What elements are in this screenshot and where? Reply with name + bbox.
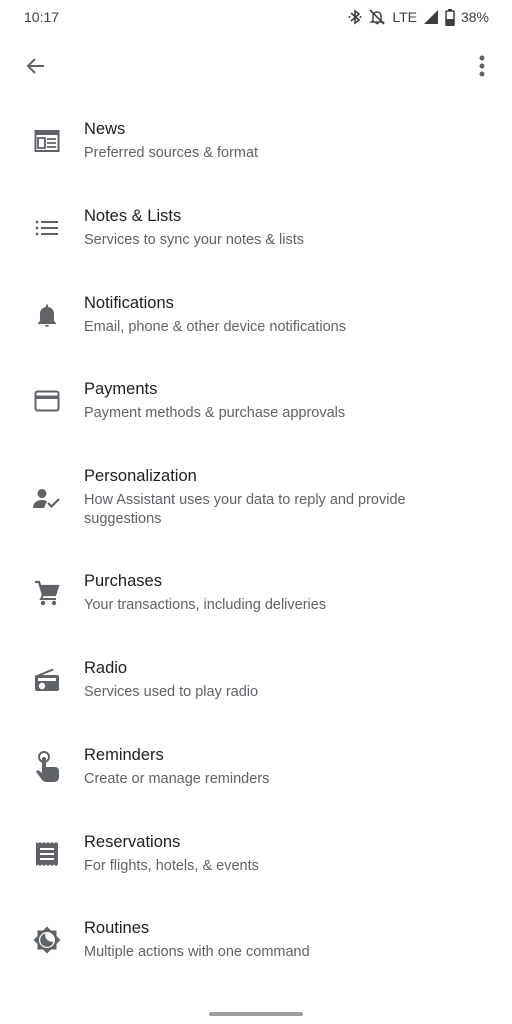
battery-percent: 38% <box>460 9 489 25</box>
shopping-cart-icon <box>31 577 63 609</box>
toolbar <box>0 44 512 92</box>
item-subtitle: How Assistant uses your data to reply an… <box>84 492 406 528</box>
routines-icon <box>31 924 63 956</box>
reminder-finger-icon <box>31 750 63 783</box>
list-item-news[interactable]: News Preferred sources & format <box>0 108 512 195</box>
list-item-payments[interactable]: Payments Payment methods & purchase appr… <box>0 368 512 455</box>
more-options-button[interactable] <box>466 52 498 84</box>
more-vert-icon <box>478 54 486 83</box>
list-item-reminders[interactable]: Reminders Create or manage reminders <box>0 734 512 821</box>
status-icons: LTE 38% <box>348 7 489 27</box>
back-button[interactable] <box>20 52 52 84</box>
item-subtitle: For flights, hotels, & events <box>84 857 259 874</box>
list-icon <box>31 212 63 244</box>
list-item-reservations[interactable]: Reservations For flights, hotels, & even… <box>0 821 512 908</box>
item-subtitle: Payment methods & purchase approvals <box>84 405 346 422</box>
gesture-nav-handle[interactable] <box>209 1012 303 1016</box>
item-subtitle: Services used to play radio <box>84 683 259 700</box>
arrow-back-icon <box>24 54 48 83</box>
bell-icon <box>31 299 63 331</box>
item-title: Payments <box>84 380 158 399</box>
status-bar: 10:17 LTE 38% <box>0 0 512 34</box>
list-item-notifications[interactable]: Notifications Email, phone & other devic… <box>0 282 512 369</box>
news-icon <box>31 125 63 157</box>
credit-card-icon <box>31 385 63 417</box>
item-subtitle: Services to sync your notes & lists <box>84 231 304 248</box>
list-item-personalization[interactable]: Personalization How Assistant uses your … <box>0 455 512 560</box>
notifications-off-icon <box>368 8 386 26</box>
item-title: Notifications <box>84 293 174 312</box>
item-title: News <box>84 120 126 138</box>
radio-icon <box>31 664 63 696</box>
item-title: Personalization <box>84 467 197 486</box>
list-item-radio[interactable]: Radio Services used to play radio <box>0 647 512 734</box>
item-title: Routines <box>84 919 150 938</box>
list-item-purchases[interactable]: Purchases Your transactions, including d… <box>0 560 512 647</box>
item-subtitle: Email, phone & other device notification… <box>84 318 346 335</box>
item-title: Notes & Lists <box>84 206 182 225</box>
signal-icon <box>423 9 439 25</box>
receipt-icon <box>31 838 63 870</box>
item-title: Radio <box>84 658 128 677</box>
item-title: Reservations <box>84 832 181 851</box>
item-title: Reminders <box>84 745 164 764</box>
item-subtitle: Preferred sources & format <box>84 145 259 161</box>
network-type: LTE <box>392 9 417 25</box>
item-subtitle: Create or manage reminders <box>84 770 270 787</box>
settings-list: News Preferred sources & format Notes & … <box>0 108 512 994</box>
person-check-icon <box>31 483 63 515</box>
item-title: Purchases <box>84 572 162 591</box>
list-item-routines[interactable]: Routines Multiple actions with one comma… <box>0 907 512 994</box>
status-time: 10:17 <box>24 9 60 25</box>
list-item-notes-lists[interactable]: Notes & Lists Services to sync your note… <box>0 195 512 282</box>
item-subtitle: Multiple actions with one command <box>84 944 310 961</box>
item-subtitle: Your transactions, including deliveries <box>84 597 327 614</box>
battery-icon <box>445 8 455 26</box>
bluetooth-icon <box>348 9 362 25</box>
